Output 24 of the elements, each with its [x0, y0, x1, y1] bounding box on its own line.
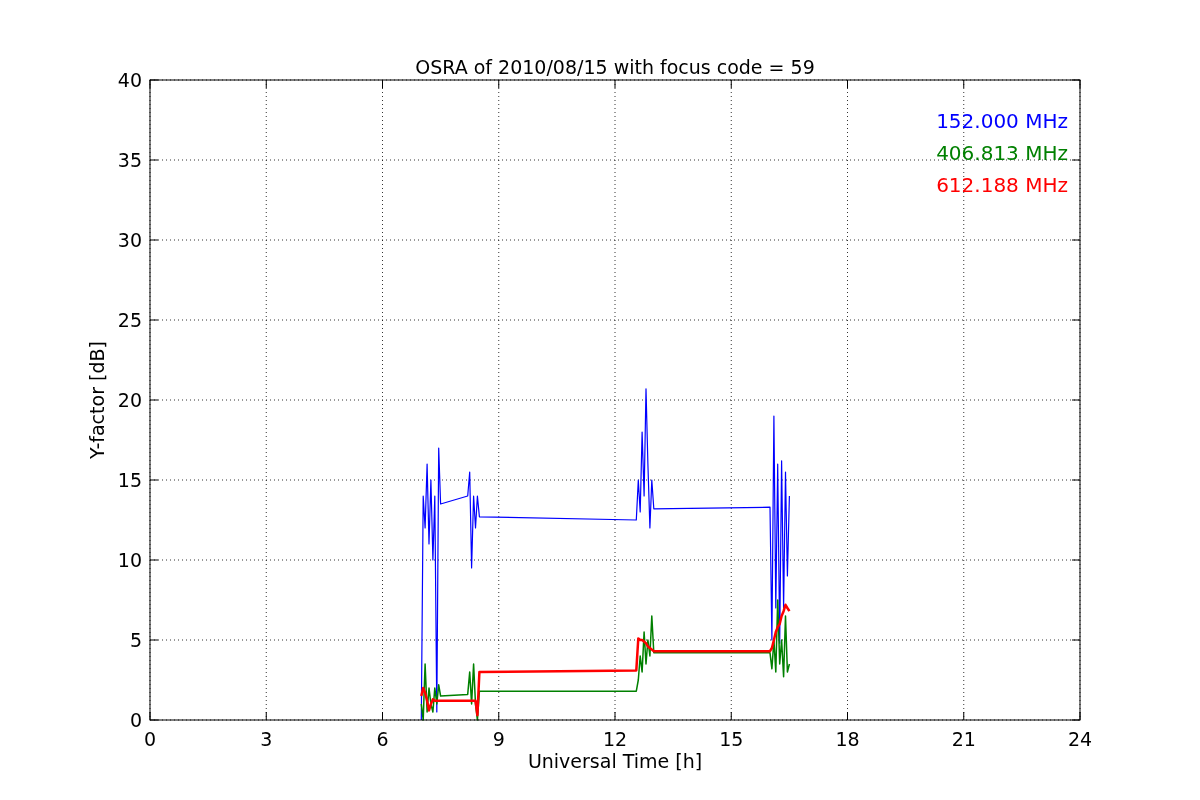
- chart-title: OSRA of 2010/08/15 with focus code = 59: [415, 56, 815, 78]
- tick-label: 25: [117, 309, 142, 331]
- tick-label: 35: [117, 149, 142, 171]
- tick-label: 20: [117, 389, 142, 411]
- legend-label: 612.188 MHz: [936, 173, 1068, 197]
- tick-label: 40: [117, 69, 142, 91]
- tick-label: 15: [719, 728, 744, 750]
- tick-label: 0: [129, 709, 142, 731]
- tick-label: 24: [1067, 728, 1093, 750]
- axis-label: Y-factor [dB]: [86, 341, 108, 459]
- tick-label: 30: [117, 229, 142, 251]
- legend-label: 406.813 MHz: [936, 141, 1068, 165]
- tick-label: 5: [129, 629, 142, 651]
- tick-label: 15: [117, 469, 142, 491]
- tick-label: 12: [602, 728, 628, 750]
- tick-label: 18: [835, 728, 860, 750]
- legend-label: 152.000 MHz: [936, 109, 1068, 133]
- tick-label: 0: [143, 728, 157, 750]
- tick-label: 10: [117, 549, 142, 571]
- axis-label: Universal Time [h]: [527, 750, 703, 772]
- tick-label: 9: [492, 728, 505, 750]
- tick-label: 3: [260, 728, 273, 750]
- tick-label: 6: [376, 728, 389, 750]
- tick-label: 21: [951, 728, 976, 750]
